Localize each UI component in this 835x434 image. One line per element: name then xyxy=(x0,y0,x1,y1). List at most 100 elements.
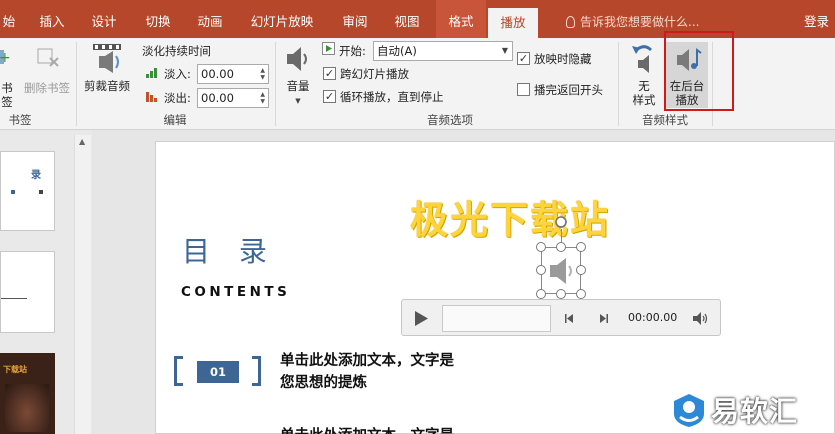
resize-handle[interactable] xyxy=(576,289,586,299)
group-label-audio-options: 音频选项 xyxy=(427,113,473,127)
resize-handle[interactable] xyxy=(536,265,546,275)
tab-design[interactable]: 设计 xyxy=(82,0,126,38)
start-icon xyxy=(322,42,335,55)
remove-bookmark-label: 删除书签 xyxy=(24,81,70,95)
audio-selection-frame[interactable] xyxy=(541,247,581,294)
spin-arrows-icon[interactable]: ▲ ▼ xyxy=(260,67,265,81)
thumbnail-image xyxy=(5,384,49,432)
resize-handle[interactable] xyxy=(576,242,586,252)
group-label-editing: 编辑 xyxy=(163,113,187,127)
group-separator xyxy=(76,42,77,126)
chevron-down-icon: ▼ xyxy=(295,97,301,105)
cross-slides-checkbox[interactable]: ✓ xyxy=(323,67,336,80)
thumbnail-line xyxy=(1,298,27,299)
login-link[interactable]: 登录 xyxy=(804,0,829,38)
trim-audio-button[interactable]: 剪裁音频 xyxy=(80,42,134,93)
tab-animations[interactable]: 动画 xyxy=(188,0,232,38)
hide-during-show-checkbox[interactable]: ✓ xyxy=(517,52,530,65)
group-label-audio-styles: 音频样式 xyxy=(642,113,688,127)
chevron-down-icon: ▼ xyxy=(501,46,508,55)
tell-me-text: 告诉我您想要做什么... xyxy=(580,15,700,29)
fade-in-value: 00.00 xyxy=(201,67,234,81)
slide-thumbnail[interactable]: 录 xyxy=(0,151,55,231)
group-label-bookmarks: 书签 xyxy=(8,113,32,127)
fade-out-icon xyxy=(146,92,157,102)
remove-bookmark-icon xyxy=(37,48,59,67)
cross-slides-label: 跨幻灯片播放 xyxy=(340,67,409,81)
start-select[interactable]: 自动(A) ▼ xyxy=(373,41,513,61)
tab-home[interactable]: 始 xyxy=(0,0,18,38)
fade-out-label: 淡出: xyxy=(164,91,191,105)
resize-handle[interactable] xyxy=(556,242,566,252)
fade-out-stepper[interactable]: 00.00 ▲ ▼ xyxy=(197,88,269,108)
agenda-item-line2: 您思想的提炼 xyxy=(280,375,367,391)
loop-label: 循环播放，直到停止 xyxy=(340,90,444,104)
fade-out-value: 00.00 xyxy=(201,91,234,105)
thumbnail-scrollbar[interactable]: ▲ xyxy=(74,135,91,434)
no-style-button[interactable]: 无 样式 xyxy=(624,42,664,107)
player-volume-icon[interactable] xyxy=(692,311,710,326)
tab-view[interactable]: 视图 xyxy=(385,0,429,38)
bracket-right xyxy=(252,356,261,386)
audio-progress-track[interactable] xyxy=(442,305,551,332)
fade-in-label: 淡入: xyxy=(164,67,191,81)
group-separator xyxy=(275,42,276,126)
site-logo: 易软汇 xyxy=(667,389,833,431)
bracket-left xyxy=(174,356,183,386)
slide-subtitle: CONTENTS xyxy=(181,284,291,300)
speaker-icon xyxy=(287,47,307,71)
thumbnail-mark xyxy=(11,190,15,194)
agenda-item-text: 单击此处添加文本，文字是 您思想的提炼 xyxy=(280,350,454,394)
play-icon[interactable] xyxy=(414,310,430,327)
watermark-text: 极光下载站 xyxy=(410,198,611,242)
resize-handle[interactable] xyxy=(536,242,546,252)
resize-handle[interactable] xyxy=(576,265,586,275)
slide-thumbnail[interactable] xyxy=(0,251,55,333)
volume-label: 音量 xyxy=(286,79,310,93)
start-select-value: 自动(A) xyxy=(377,44,417,58)
add-bookmark-button[interactable]: + 书签 xyxy=(0,44,18,109)
rotate-handle-icon[interactable] xyxy=(554,215,568,229)
trim-audio-label: 剪裁音频 xyxy=(84,79,130,93)
remove-bookmark-button[interactable]: 删除书签 xyxy=(22,44,72,95)
resize-handle[interactable] xyxy=(556,289,566,299)
site-logo-icon xyxy=(674,394,704,427)
tab-insert[interactable]: 插入 xyxy=(30,0,74,38)
volume-button[interactable]: 音量 ▼ xyxy=(280,42,316,108)
audio-player: 00:00.00 xyxy=(401,299,721,336)
agenda-item-partial: 单击此处添加文本，文字是 xyxy=(280,424,454,434)
item-number: 01 xyxy=(197,361,239,383)
tab-slideshow[interactable]: 幻灯片放映 xyxy=(244,0,320,38)
thumbnail-mark xyxy=(39,190,43,194)
loop-checkbox[interactable]: ✓ xyxy=(323,90,336,103)
site-logo-text: 易软汇 xyxy=(711,395,799,428)
thumbnail-title: 下载站 xyxy=(3,365,27,374)
step-back-icon[interactable] xyxy=(564,313,576,324)
rewind-label: 播完返回开头 xyxy=(534,83,603,97)
agenda-item-line1: 单击此处添加文本，文字是 xyxy=(280,353,454,369)
audio-time: 00:00.00 xyxy=(628,311,678,324)
step-forward-icon[interactable] xyxy=(597,313,609,324)
fade-in-icon xyxy=(146,68,157,78)
hide-during-show-label: 放映时隐藏 xyxy=(534,52,592,66)
tab-playback[interactable]: 播放 xyxy=(488,8,538,38)
fade-in-stepper[interactable]: 00.00 ▲ ▼ xyxy=(197,64,269,84)
slide-thumbnail[interactable]: 下载站 xyxy=(0,353,55,434)
slide-title: 目 录 xyxy=(182,235,277,268)
tab-transitions[interactable]: 切换 xyxy=(136,0,180,38)
lightbulb-icon xyxy=(566,16,575,28)
svg-text:+: + xyxy=(0,50,11,66)
spin-arrows-icon[interactable]: ▲ ▼ xyxy=(260,91,265,105)
audio-speaker-icon xyxy=(550,258,572,284)
rewind-checkbox[interactable] xyxy=(517,83,530,96)
no-style-label-1: 无 xyxy=(638,79,650,93)
tab-review[interactable]: 审阅 xyxy=(333,0,377,38)
scroll-up-icon[interactable]: ▲ xyxy=(79,137,85,146)
highlight-box xyxy=(664,31,734,111)
add-bookmark-icon: + xyxy=(0,50,11,66)
reset-style-icon xyxy=(632,45,653,73)
resize-handle[interactable] xyxy=(536,289,546,299)
no-style-label-2: 样式 xyxy=(632,93,656,107)
start-label: 开始: xyxy=(339,44,366,58)
tab-format[interactable]: 格式 xyxy=(436,0,486,38)
